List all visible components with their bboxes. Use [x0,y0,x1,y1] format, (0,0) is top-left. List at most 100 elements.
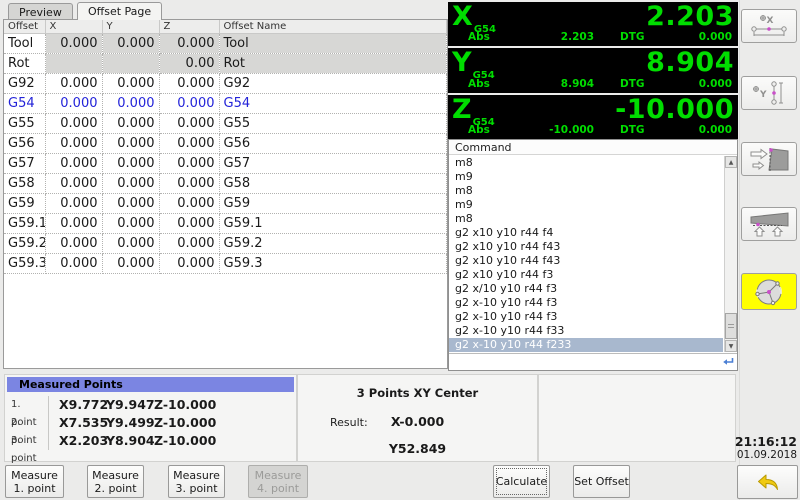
offset-cell-offset[interactable]: G59 [4,193,46,214]
offset-cell-name[interactable]: G59.1 [219,213,447,234]
offset-cell-x[interactable]: 0.000 [45,233,103,254]
offset-cell-x[interactable]: 0.000 [45,253,103,274]
measure-tool-x-button[interactable]: X [741,9,797,43]
offset-cell-name[interactable]: G92 [219,73,447,94]
offset-cell-z[interactable]: 0.000 [159,173,220,194]
offset-row-rot[interactable]: Rot 0.00 Rot [4,53,447,74]
scroll-down-icon[interactable]: ▼ [725,340,737,352]
command-entry[interactable]: g2 x-10 y10 r44 f233 [449,338,723,352]
command-entry[interactable]: g2 x-10 y10 r44 f33 [449,324,723,338]
offset-cell-z[interactable]: 0.000 [159,133,220,154]
offset-row-g58[interactable]: G58 0.000 0.000 0.000 G58 [4,173,447,194]
calculate-button[interactable]: Calculate [493,465,550,498]
measure-point-1-button[interactable]: Measure 1. point [5,465,64,498]
command-entry[interactable]: m8 [449,184,723,198]
offset-cell-offset[interactable]: Rot [4,53,46,74]
tab-offset-page[interactable]: Offset Page [77,2,163,20]
offset-cell-name[interactable]: G56 [219,133,447,154]
offset-cell-name[interactable]: G59.2 [219,233,447,254]
command-entry[interactable]: m9 [449,170,723,184]
offset-cell-name[interactable]: Rot [219,53,447,74]
offset-row-g59-1[interactable]: G59.1 0.000 0.000 0.000 G59.1 [4,213,447,234]
command-entry[interactable]: g2 x10 y10 r44 f43 [449,240,723,254]
offset-cell-y[interactable]: 0.000 [102,213,160,234]
back-button[interactable] [737,465,798,499]
offset-cell-y[interactable]: 0.000 [102,253,160,274]
offset-cell-name[interactable]: G55 [219,113,447,134]
offset-cell-name[interactable]: Tool [219,33,447,54]
command-entry[interactable]: g2 x-10 y10 r44 f3 [449,296,723,310]
offset-cell-z[interactable]: 0.000 [159,153,220,174]
offset-cell-x[interactable]: 0.000 [45,73,103,94]
offset-row-g59-2[interactable]: G59.2 0.000 0.000 0.000 G59.2 [4,233,447,254]
offset-cell-offset[interactable]: G57 [4,153,46,174]
offset-row-tool[interactable]: Tool 0.000 0.000 0.000 Tool [4,33,447,54]
offset-row-g57[interactable]: G57 0.000 0.000 0.000 G57 [4,153,447,174]
measure-edge-x-button[interactable] [741,142,797,176]
offset-cell-y[interactable]: 0.000 [102,153,160,174]
offset-row-g56[interactable]: G56 0.000 0.000 0.000 G56 [4,133,447,154]
offset-cell-offset[interactable]: G59.3 [4,253,46,274]
measure-edge-y-button[interactable] [741,207,797,241]
offset-cell-offset[interactable]: G92 [4,73,46,94]
command-entry[interactable]: m9 [449,198,723,212]
offset-cell-name[interactable]: G59 [219,193,447,214]
offset-cell-offset[interactable]: Tool [4,33,46,54]
offset-cell-name[interactable]: G58 [219,173,447,194]
set-offset-button[interactable]: Set Offset [573,465,630,498]
measure-tool-y-button[interactable]: Y [741,76,797,110]
tab-preview[interactable]: Preview [8,3,73,20]
command-scrollbar[interactable]: ▲ ▼ [724,156,737,352]
offset-cell-z[interactable]: 0.000 [159,33,220,54]
offset-row-g54[interactable]: G54 0.000 0.000 0.000 G54 [4,93,447,114]
offset-cell-y[interactable] [102,53,160,74]
offset-cell-y[interactable]: 0.000 [102,133,160,154]
offset-cell-offset[interactable]: G58 [4,173,46,194]
offset-row-g92[interactable]: G92 0.000 0.000 0.000 G92 [4,73,447,94]
dro-axis-x[interactable]: XG54 2.203 Abs 2.203 DTG 0.000 [448,2,738,47]
offset-cell-x[interactable]: 0.000 [45,213,103,234]
offset-row-g55[interactable]: G55 0.000 0.000 0.000 G55 [4,113,447,134]
offset-cell-z[interactable]: 0.000 [159,193,220,214]
command-entry[interactable]: g2 x/10 y10 r44 f3 [449,282,723,296]
mdi-command-input[interactable] [449,353,737,370]
offset-cell-offset[interactable]: G59.1 [4,213,46,234]
offset-cell-z[interactable]: 0.00 [159,53,220,74]
measure-point-4-button-disabled[interactable]: Measure 4. point [248,465,308,498]
command-entry[interactable]: g2 x-10 y10 r44 f3 [449,310,723,324]
offset-cell-offset[interactable]: G55 [4,113,46,134]
offset-cell-x[interactable]: 0.000 [45,133,103,154]
offset-cell-z[interactable]: 0.000 [159,233,220,254]
command-entry[interactable]: m8 [449,212,723,226]
offset-cell-x[interactable]: 0.000 [45,173,103,194]
offset-row-g59-3[interactable]: G59.3 0.000 0.000 0.000 G59.3 [4,253,447,274]
offset-cell-y[interactable]: 0.000 [102,173,160,194]
scroll-up-icon[interactable]: ▲ [725,156,737,168]
offset-cell-z[interactable]: 0.000 [159,93,220,114]
command-entry[interactable]: g2 x10 y10 r44 f43 [449,254,723,268]
measure-point-3-button[interactable]: Measure 3. point [168,465,225,498]
offset-cell-y[interactable]: 0.000 [102,113,160,134]
offset-cell-x[interactable] [45,53,103,74]
command-entry[interactable]: m8 [449,156,723,170]
measure-point-2-button[interactable]: Measure 2. point [87,465,144,498]
offset-cell-y[interactable]: 0.000 [102,233,160,254]
command-entry[interactable]: g2 x10 y10 r44 f4 [449,226,723,240]
offset-cell-offset[interactable]: G54 [4,93,46,114]
offset-cell-z[interactable]: 0.000 [159,253,220,274]
offset-cell-x[interactable]: 0.000 [45,193,103,214]
offset-row-g59[interactable]: G59 0.000 0.000 0.000 G59 [4,193,447,214]
offset-cell-x[interactable]: 0.000 [45,113,103,134]
offset-cell-z[interactable]: 0.000 [159,73,220,94]
offset-cell-y[interactable]: 0.000 [102,33,160,54]
offset-cell-x[interactable]: 0.000 [45,33,103,54]
offset-cell-name[interactable]: G57 [219,153,447,174]
dro-axis-y[interactable]: YG54 8.904 Abs 8.904 DTG 0.000 [448,48,738,93]
offset-cell-name[interactable]: G54 [219,93,447,114]
offset-cell-y[interactable]: 0.000 [102,93,160,114]
offset-cell-offset[interactable]: G59.2 [4,233,46,254]
offset-cell-z[interactable]: 0.000 [159,113,220,134]
offset-cell-x[interactable]: 0.000 [45,93,103,114]
command-entry[interactable]: g2 x10 y10 r44 f3 [449,268,723,282]
measure-circle-3point-button[interactable] [741,273,797,310]
